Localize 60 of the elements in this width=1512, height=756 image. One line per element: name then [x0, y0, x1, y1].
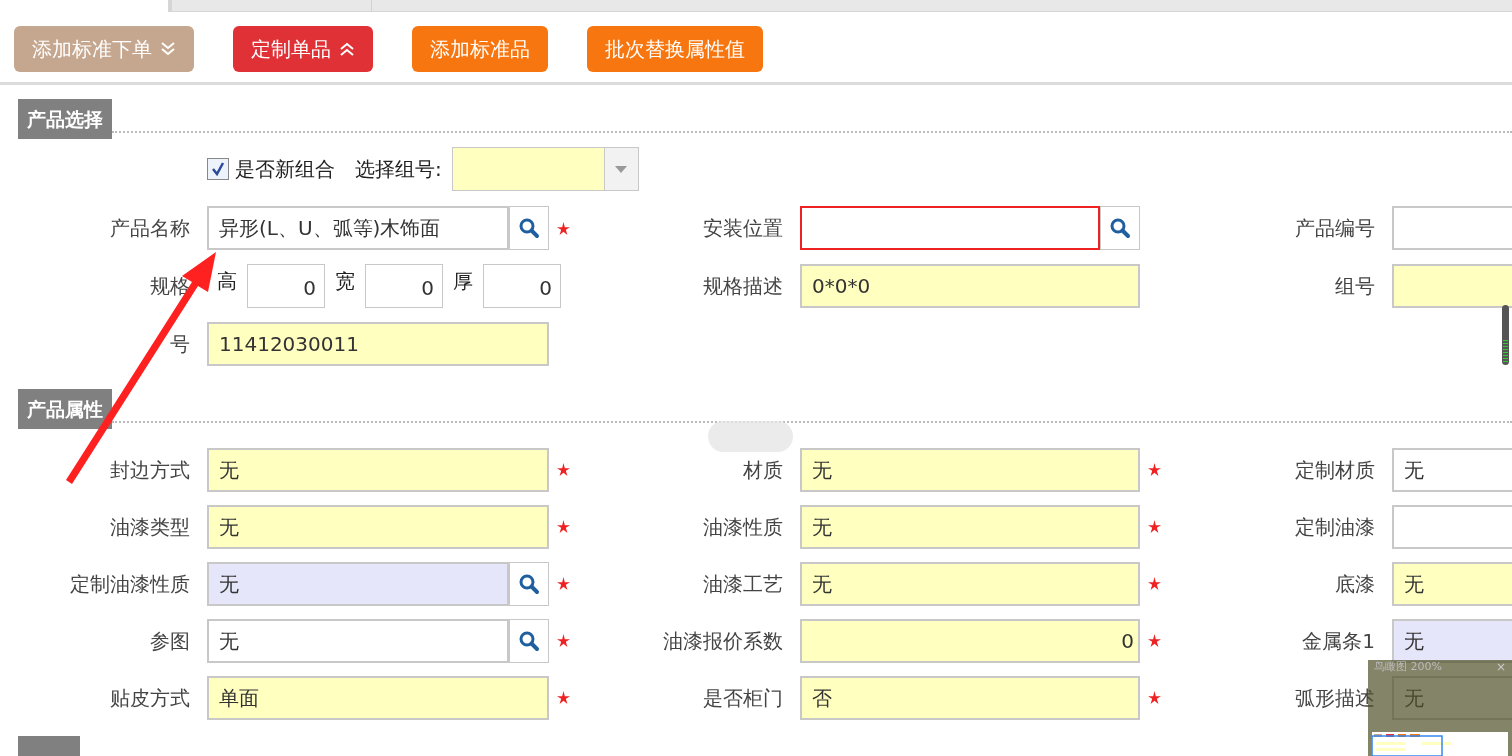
field-label: 贴皮方式	[110, 684, 190, 712]
input-field[interactable]: 无	[207, 504, 549, 549]
field-label: 封边方式	[110, 456, 190, 484]
field-label: 底漆	[1335, 570, 1375, 598]
checkbox-label: 是否新组合	[235, 156, 335, 183]
toolbar-button[interactable]: 定制单品	[233, 26, 373, 72]
lookup-field[interactable]: 无	[207, 618, 509, 663]
checkbox[interactable]	[207, 158, 229, 180]
field-label: 参图	[150, 627, 190, 655]
input-field[interactable]: 11412030011	[207, 322, 549, 366]
lookup-field[interactable]: 无	[207, 561, 509, 606]
search-icon	[518, 217, 540, 239]
input-field[interactable]: 无	[1392, 447, 1512, 492]
scrollbar-thumb	[1502, 305, 1509, 365]
field-label: 油漆工艺	[703, 570, 783, 598]
input-field[interactable]: 0*0*0	[800, 264, 1140, 308]
search-icon	[518, 629, 540, 652]
dimension-field[interactable]: 0	[247, 264, 325, 308]
field-label: 组号	[1335, 273, 1375, 300]
field-label: 油漆性质	[703, 513, 783, 541]
input-field[interactable]: 单面	[207, 675, 549, 720]
dropdown-arrow-icon	[615, 165, 628, 173]
input-field[interactable]: 否	[800, 675, 1140, 720]
search-button[interactable]	[509, 206, 549, 250]
dimension-field[interactable]: 0	[483, 264, 561, 308]
input-field[interactable]: 无	[207, 447, 549, 492]
field-label: 规格	[150, 273, 190, 300]
input-field[interactable]: 无	[800, 447, 1140, 492]
field-label: 定制油漆	[1295, 513, 1375, 541]
field-label: 材质	[743, 456, 783, 484]
search-button[interactable]	[1100, 206, 1140, 250]
dimension-label: 宽	[335, 268, 355, 295]
search-button[interactable]	[509, 561, 549, 606]
input-field[interactable]: 无	[800, 504, 1140, 549]
section-header: 产品属性	[18, 389, 112, 429]
section-header: 产品选择	[18, 99, 112, 139]
dimension-field[interactable]: 0	[365, 264, 443, 308]
input-field[interactable]: 无	[1392, 561, 1512, 606]
overview-title: 鸟瞰图 200%	[1374, 661, 1442, 673]
lookup-field[interactable]	[800, 206, 1100, 250]
field-label: 油漆类型	[110, 513, 190, 541]
field-label: 金属条1	[1302, 627, 1375, 655]
search-icon	[1109, 217, 1131, 239]
field-label: 油漆报价系数	[663, 627, 783, 655]
field-label: 定制油漆性质	[70, 570, 190, 598]
field-label: 定制材质	[1295, 456, 1375, 484]
input-field[interactable]: 0	[800, 618, 1140, 663]
field-label: 号	[170, 331, 190, 358]
field-label: 选择组号:	[355, 156, 442, 183]
dimension-label: 高	[217, 268, 237, 295]
input-field[interactable]: 无	[800, 561, 1140, 606]
field-label: 是否柜门	[703, 684, 783, 712]
field-label: 安装位置	[703, 215, 783, 242]
field-label: 规格描述	[703, 273, 783, 300]
search-button[interactable]	[509, 618, 549, 663]
field-label: 产品编号	[1295, 215, 1375, 242]
search-icon	[518, 572, 540, 595]
dimension-label: 厚	[453, 268, 473, 295]
field-label: 产品名称	[110, 215, 190, 242]
lookup-field[interactable]: 异形(L、U、弧等)木饰面	[207, 206, 509, 250]
